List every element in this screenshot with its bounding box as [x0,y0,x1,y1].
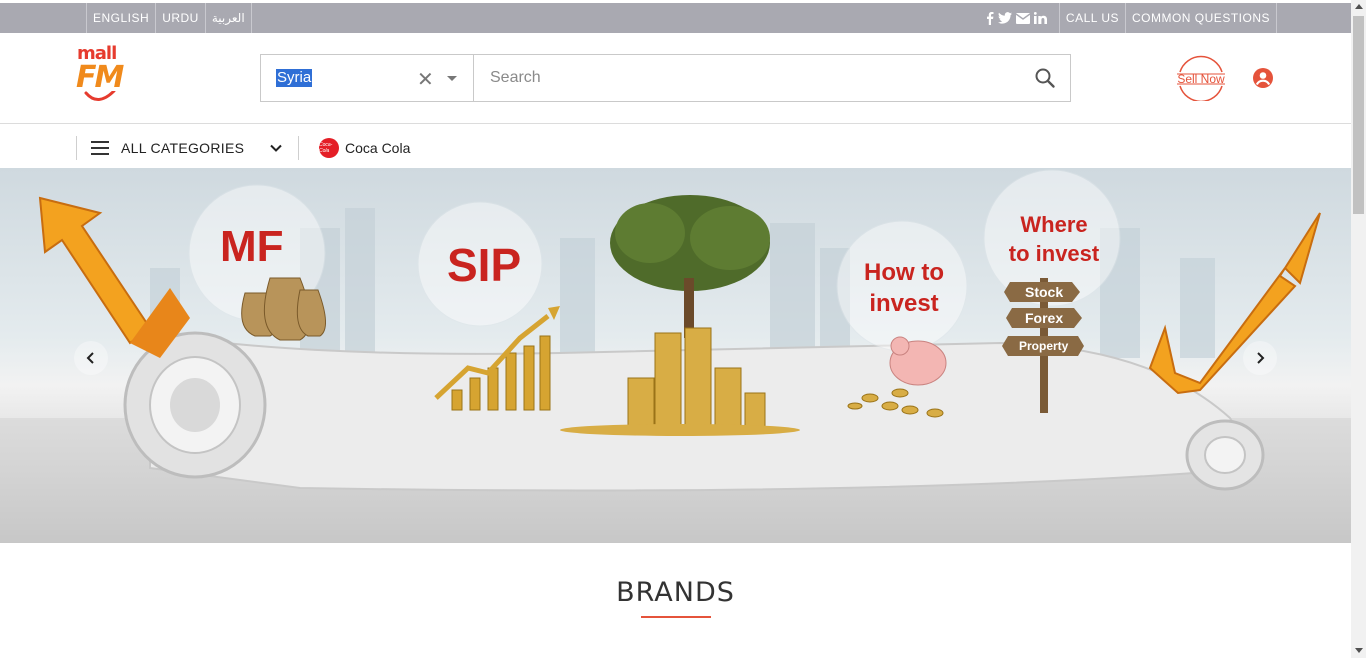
banner-label-sip: SIP [447,239,522,291]
call-us-link[interactable]: CALL US [1058,3,1125,33]
hero-illustration [0,169,1351,543]
twitter-icon[interactable] [997,12,1012,24]
sell-now-label: Sell Now [1177,72,1225,86]
social-links [986,3,1059,33]
search-input[interactable] [475,55,1035,101]
logo-smile-icon [84,91,116,101]
chevron-left-icon [86,352,94,364]
mallfm-logo[interactable]: mall FM [74,43,124,115]
page-scrollbar[interactable] [1351,0,1366,658]
language-switcher: ENGLISH URDU العربية [86,3,252,33]
header: mall FM Syria ✕ Sell Now [0,33,1351,124]
language-english[interactable]: ENGLISH [86,3,155,33]
signpost-forex: Forex [1025,310,1064,326]
search-icon[interactable] [1034,67,1056,89]
brands-heading: BRANDS [616,577,735,608]
scroll-down-arrow-icon[interactable] [1355,648,1363,653]
chevron-down-icon [270,144,282,152]
brand-name: Coca Cola [345,140,411,156]
caret-down-icon[interactable] [447,76,457,81]
chevron-right-icon [1257,352,1265,364]
clear-icon[interactable]: ✕ [417,67,434,92]
language-arabic[interactable]: العربية [204,3,252,33]
brand-link-coca-cola[interactable]: Coca-Cola Coca Cola [319,136,410,160]
hamburger-menu-icon [91,141,109,155]
envelope-icon[interactable] [1015,12,1030,24]
coca-cola-logo: Coca-Cola [319,138,339,158]
linkedin-icon[interactable] [1033,12,1047,24]
top-bar: ENGLISH URDU العربية CALL US COMMON QUES… [0,3,1351,33]
how-line-1: How to [864,259,944,286]
brands-heading-underline [641,616,711,618]
all-categories-label: ALL CATEGORIES [121,140,245,156]
language-urdu[interactable]: URDU [155,3,205,33]
page: ENGLISH URDU العربية CALL US COMMON QUES… [0,0,1366,658]
signpost-property: Property [1019,339,1069,353]
facebook-icon[interactable] [986,11,994,25]
top-bar-right: CALL US COMMON QUESTIONS [986,3,1277,33]
logo-text-bottom: FM [76,60,124,95]
sell-now-button[interactable]: Sell Now [1175,55,1227,101]
carousel-prev-button[interactable] [74,341,108,375]
user-account-icon[interactable] [1252,67,1274,89]
search-bar: Syria ✕ [260,54,1071,102]
top-bar-inner: ENGLISH URDU العربية CALL US COMMON QUES… [86,3,1277,33]
carousel-next-button[interactable] [1243,341,1277,375]
banner-label-mf: MF [220,222,284,271]
where-line-1: Where [1020,212,1088,237]
scroll-up-arrow-icon[interactable] [1355,4,1363,9]
common-questions-link[interactable]: COMMON QUESTIONS [1124,3,1277,33]
signpost-stock: Stock [1025,284,1064,300]
all-categories-button[interactable]: ALL CATEGORIES [76,136,299,160]
banner-label-where-to-invest: Where to invest [996,210,1112,268]
country-select[interactable]: Syria ✕ [261,55,474,101]
category-nav: ALL CATEGORIES Coca-Cola Coca Cola [0,125,1351,168]
country-value: Syria [276,69,313,87]
scrollbar-thumb[interactable] [1353,16,1364,214]
banner-label-how-to-invest: How to invest [849,257,959,319]
where-line-2: to invest [1008,241,1100,266]
how-line-2: invest [869,290,939,317]
hero-banner: MF SIP How to invest Where to invest Sto… [0,168,1351,543]
